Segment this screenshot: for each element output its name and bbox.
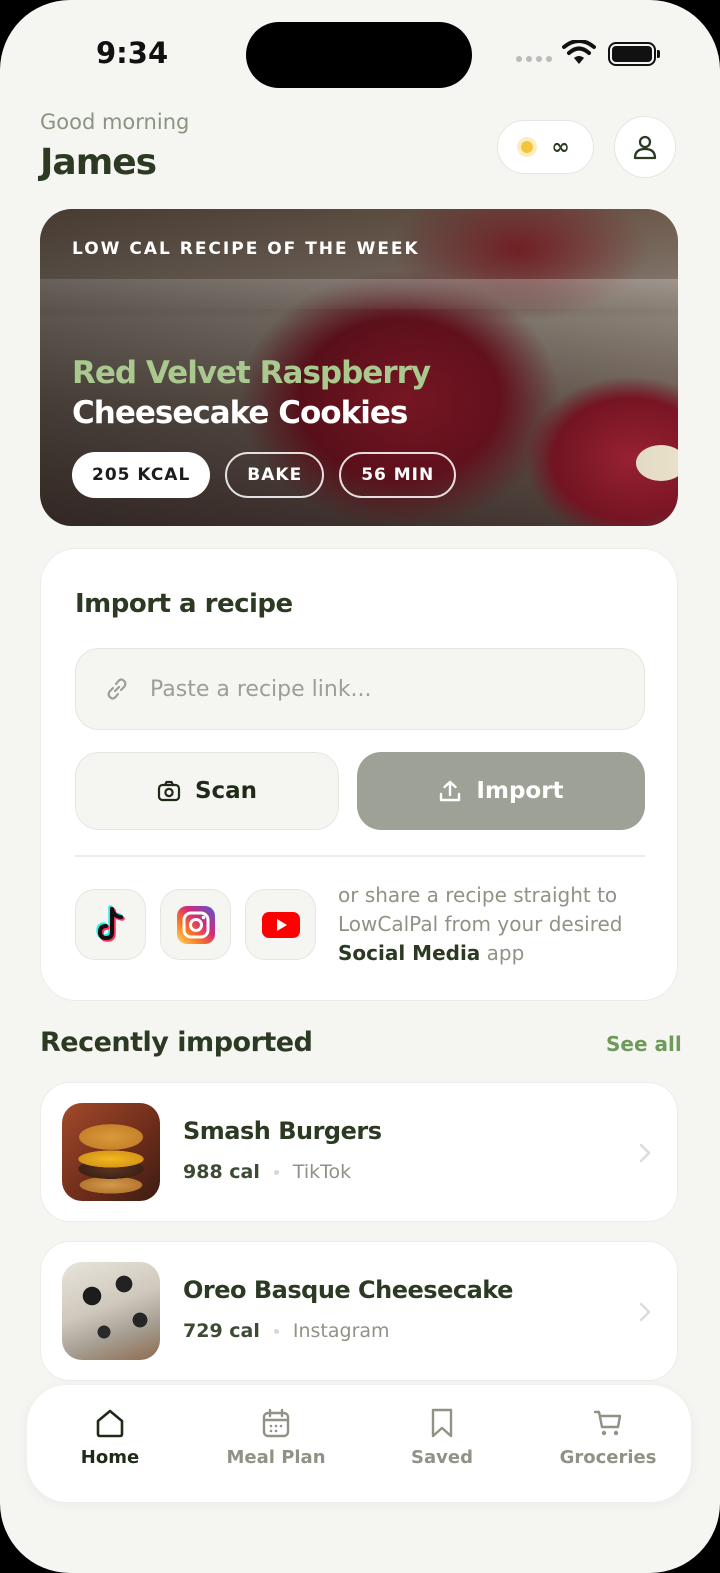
cart-icon [593,1410,622,1436]
time-chip: 56 MIN [339,452,457,498]
share-instructions: or share a recipe straight to LowCalPal … [338,881,658,968]
recipe-thumbnail [62,1262,160,1360]
scan-button[interactable]: Scan [75,752,339,830]
recipe-calories: 988 cal [183,1161,260,1183]
tab-label: Home [80,1447,140,1468]
recipe-name: Smash Burgers [183,1117,382,1145]
profile-button[interactable] [614,116,676,178]
recently-imported-title: Recently imported [40,1027,313,1058]
method-chip: BAKE [225,452,325,498]
separator-dot [273,1328,279,1334]
tab-label: Saved [411,1447,473,1468]
tab-home[interactable]: Home [27,1385,193,1502]
tab-label: Meal Plan [226,1447,326,1468]
recipe-thumbnail [62,1103,160,1201]
app-screen: 9:34 Good morning James ∞ LOW CAL RECIPE… [0,0,720,1573]
social-apps-row [75,889,316,960]
scan-label: Scan [194,778,258,804]
tab-groceries[interactable]: Groceries [525,1385,691,1502]
kcal-chip: 205 KCAL [72,452,211,498]
recipe-meta: 729 cal Instagram [183,1320,390,1342]
hero-chips: 205 KCAL BAKE 56 MIN [72,452,457,498]
chevron-right-icon [639,1302,651,1322]
credits-value: ∞ [551,134,570,160]
bookmark-icon [431,1408,453,1438]
tab-meal-plan[interactable]: Meal Plan [193,1385,359,1502]
share-text-bold: Social Media [338,941,481,965]
see-all-link[interactable]: See all [606,1032,682,1056]
hero-title-line2: Cheesecake Cookies [72,395,408,431]
camera-icon [157,780,181,802]
wifi-icon [562,40,596,64]
tiktok-icon [95,904,125,942]
cellular-signal-icon [516,56,552,62]
tiktok-button[interactable] [75,889,146,960]
recipe-name: Oreo Basque Cheesecake [183,1276,513,1304]
tab-label: Groceries [559,1447,657,1468]
share-text-part2: app [480,941,525,965]
home-icon [96,1409,124,1438]
separator-dot [273,1169,279,1175]
import-recipe-card: Import a recipe Scan Import [40,548,678,1001]
recipe-meta: 988 cal TikTok [183,1161,351,1183]
user-icon [633,135,657,160]
recipe-source: Instagram [292,1320,390,1342]
credits-pill[interactable]: ∞ [497,120,594,174]
dynamic-island [246,22,472,88]
hero-kicker: LOW CAL RECIPE OF THE WEEK [72,239,420,259]
greeting-text: Good morning [40,110,190,134]
hero-title-line1: Red Velvet Raspberry [72,355,431,391]
recipe-link-field[interactable] [75,648,645,730]
recipe-list-item[interactable]: Oreo Basque Cheesecake 729 cal Instagram [40,1241,678,1381]
import-button[interactable]: Import [357,752,645,830]
status-time: 9:34 [96,36,169,70]
recipe-calories: 729 cal [183,1320,260,1342]
divider [75,855,645,857]
instagram-button[interactable] [160,889,231,960]
instagram-icon [176,905,215,944]
recipe-source: TikTok [292,1161,352,1183]
battery-icon [608,42,660,66]
upload-icon [440,780,461,802]
import-label: Import [476,778,564,804]
share-text-part1: or share a recipe straight to LowCalPal … [338,883,623,936]
user-name: James [40,142,157,183]
chevron-right-icon [639,1143,651,1163]
youtube-icon [261,911,300,938]
bottom-tab-bar: Home Meal Plan Saved Groceries [27,1385,691,1502]
tab-saved[interactable]: Saved [359,1385,525,1502]
link-icon [107,678,127,700]
recipe-link-input[interactable] [150,676,590,702]
calendar-icon [262,1408,290,1438]
youtube-button[interactable] [245,889,316,960]
import-title: Import a recipe [75,589,293,619]
coin-icon [521,141,534,153]
recipe-list-item[interactable]: Smash Burgers 988 cal TikTok [40,1082,678,1222]
recipe-of-the-week-card[interactable]: LOW CAL RECIPE OF THE WEEK Red Velvet Ra… [40,209,678,526]
